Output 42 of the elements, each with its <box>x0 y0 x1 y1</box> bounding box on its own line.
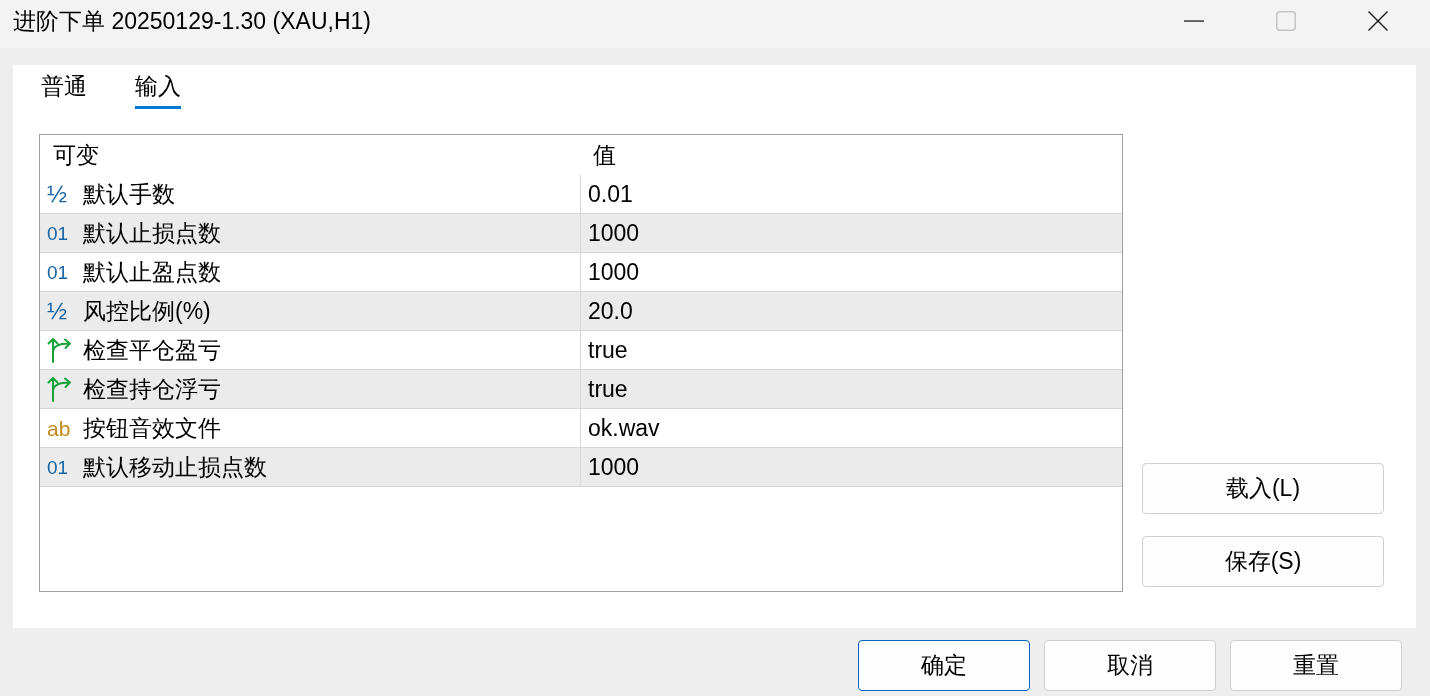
parameter-value: 1000 <box>588 258 640 286</box>
column-header: 可变 <box>53 141 99 169</box>
table-row[interactable]: 01 默认止损点数 1000 <box>40 214 1122 253</box>
tab[interactable]: 普通 <box>41 73 87 109</box>
fraction-icon: ½ <box>47 182 67 206</box>
tab[interactable]: 输入 <box>135 73 181 109</box>
parameter-value: 0.01 <box>588 180 633 208</box>
parameter-value: true <box>588 336 628 364</box>
letters-icon: ab <box>47 417 71 439</box>
parameter-name: 默认止盈点数 <box>83 258 221 286</box>
window-title: 进阶下单 20250129-1.30 (XAU,H1) <box>13 7 371 35</box>
parameter-value: ok.wav <box>588 414 660 442</box>
column-header: 值 <box>593 141 616 169</box>
table-row[interactable]: ½ 风控比例(%) 20.0 <box>40 292 1122 331</box>
parameter-value: 1000 <box>588 219 640 247</box>
dialog-button[interactable]: 确定 <box>858 640 1030 691</box>
table-row[interactable]: 检查持仓浮亏 true <box>40 370 1122 409</box>
dialog-button[interactable]: 重置 <box>1230 640 1402 691</box>
table-row[interactable]: 01 默认止盈点数 1000 <box>40 253 1122 292</box>
parameter-name: 检查持仓浮亏 <box>83 375 221 403</box>
side-button[interactable]: 保存(S) <box>1142 536 1384 587</box>
side-button[interactable]: 载入(L) <box>1142 463 1384 514</box>
table-row[interactable]: 检查平仓盈亏 true <box>40 331 1122 370</box>
parameter-value: true <box>588 375 628 403</box>
parameter-name: 检查平仓盈亏 <box>83 336 221 364</box>
digits-icon: 01 <box>47 262 69 282</box>
parameter-name: 风控比例(%) <box>83 297 211 325</box>
table-row[interactable]: ab 按钮音效文件 ok.wav <box>40 409 1122 448</box>
dialog-button[interactable]: 取消 <box>1044 640 1216 691</box>
branch-arrow-icon <box>47 337 72 363</box>
parameter-name: 默认手数 <box>83 180 175 208</box>
table-row[interactable]: 01 默认移动止损点数 1000 <box>40 448 1122 487</box>
digits-icon: 01 <box>47 457 69 477</box>
parameter-value: 1000 <box>588 453 640 481</box>
parameter-name: 默认止损点数 <box>83 219 221 247</box>
parameter-name: 默认移动止损点数 <box>83 453 267 481</box>
parameter-name: 按钮音效文件 <box>83 414 221 442</box>
parameter-value: 20.0 <box>588 297 633 325</box>
digits-icon: 01 <box>47 223 69 243</box>
table-row[interactable]: ½ 默认手数 0.01 <box>40 175 1122 214</box>
branch-arrow-icon <box>47 376 72 402</box>
fraction-icon: ½ <box>47 299 67 323</box>
